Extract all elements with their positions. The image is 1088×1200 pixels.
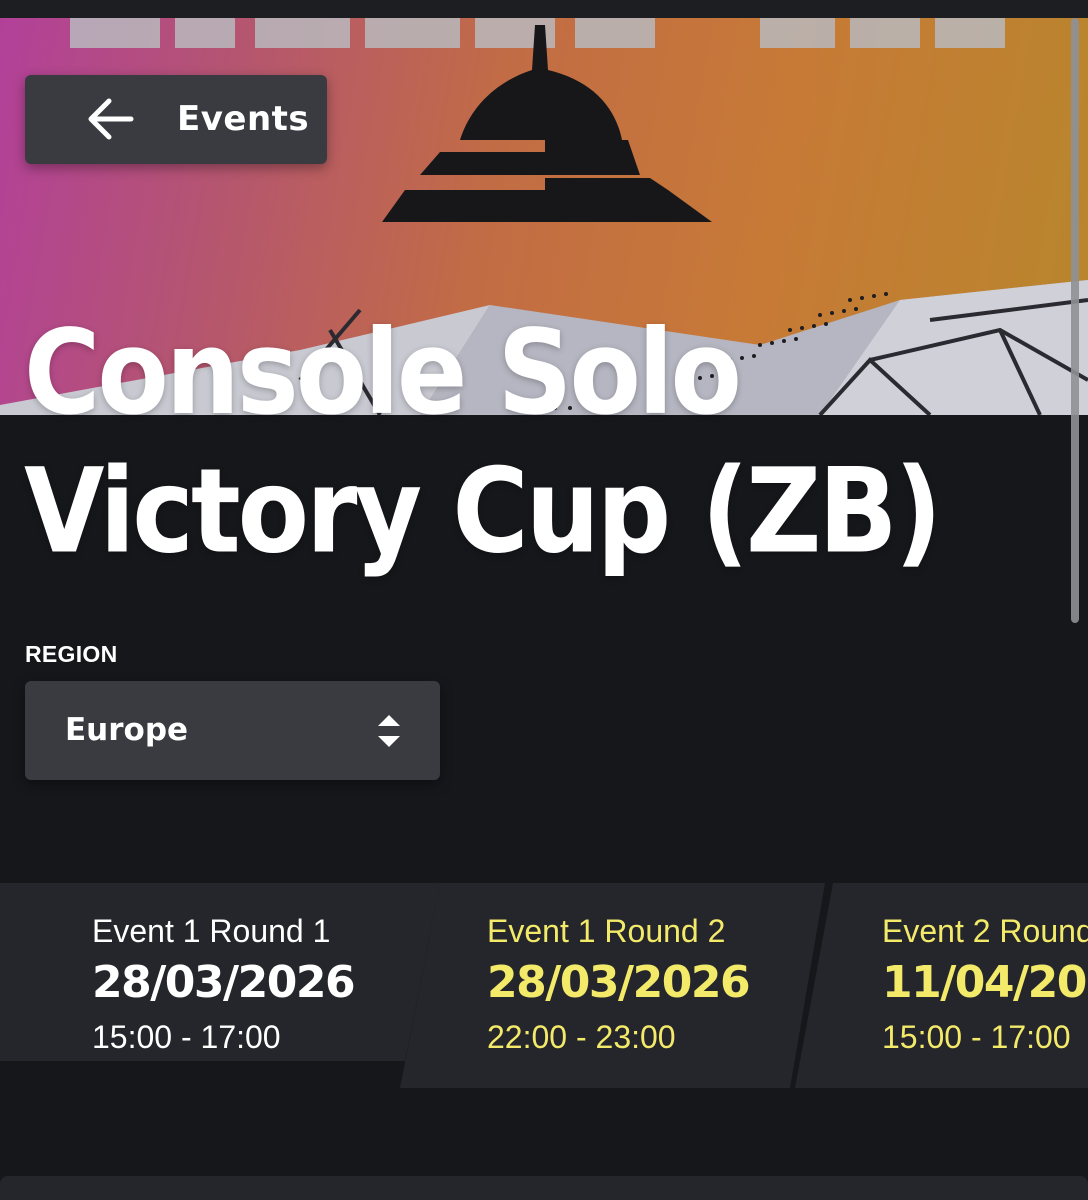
round-name: Event 2 Round <box>882 913 1088 949</box>
page-scrollbar[interactable] <box>1071 18 1079 623</box>
round-card-3[interactable]: Event 2 Round 11/04/202 15:00 - 17:00 <box>795 883 1088 1088</box>
round-name: Event 1 Round 1 <box>92 913 331 949</box>
round-card-1[interactable]: Event 1 Round 1 28/03/2026 15:00 - 17:00 <box>0 883 440 1061</box>
event-title-line-2: Victory Cup (ZB) <box>24 443 942 580</box>
rounds-carousel: Event 1 Round 1 28/03/2026 15:00 - 17:00… <box>0 883 1088 1088</box>
event-title-line-1: Console Solo <box>24 304 742 441</box>
round-time: 15:00 - 17:00 <box>882 1019 1071 1055</box>
arrow-left-icon <box>88 98 134 140</box>
round-time: 15:00 - 17:00 <box>92 1019 281 1055</box>
round-date: 28/03/2026 <box>487 957 751 1008</box>
region-selected-value: Europe <box>65 712 189 748</box>
round-name: Event 1 Round 2 <box>487 913 726 949</box>
round-date: 11/04/202 <box>882 957 1088 1008</box>
round-card-2[interactable]: Event 1 Round 2 28/03/2026 22:00 - 23:00 <box>400 883 825 1088</box>
back-to-events-button[interactable]: Events <box>25 75 327 164</box>
updown-chevron-icon <box>378 715 400 747</box>
event-detail-page: Events Console Solo Victory Cup (ZB) REG… <box>0 0 1088 1200</box>
back-button-label: Events <box>177 99 310 139</box>
region-select[interactable]: Europe <box>25 681 440 780</box>
round-time: 22:00 - 23:00 <box>487 1019 676 1055</box>
round-date: 28/03/2026 <box>92 957 356 1008</box>
region-label: REGION <box>25 641 118 667</box>
bottom-panel <box>0 1176 1088 1200</box>
hero-top-strip <box>0 0 1088 18</box>
event-title: Console Solo Victory Cup (ZB) <box>24 303 1064 581</box>
